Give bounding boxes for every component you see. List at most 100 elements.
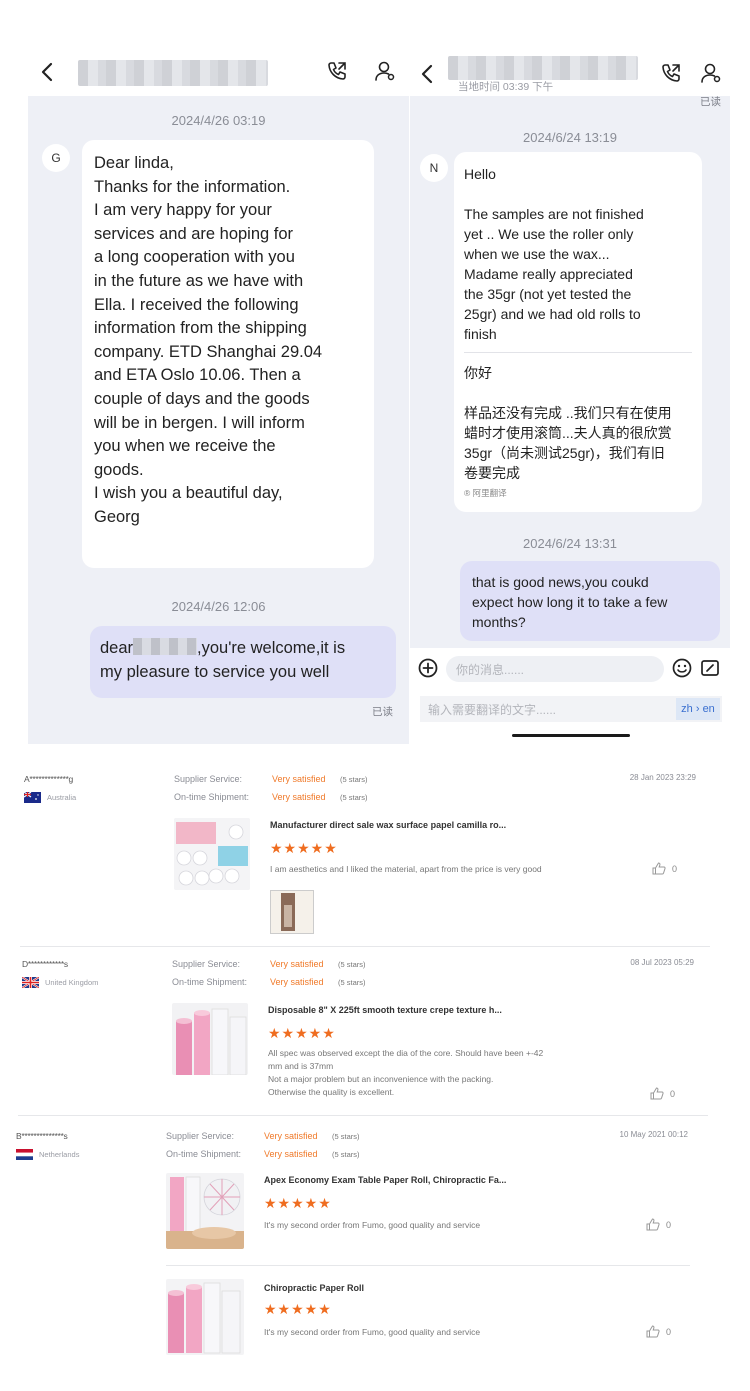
supplier-service-value: Very satisfied — [272, 774, 326, 784]
message-text-line2: my pleasure to service you well — [100, 662, 330, 681]
country-name: United Kingdom — [45, 978, 99, 987]
person-icon[interactable] — [700, 62, 722, 84]
product-title[interactable]: Apex Economy Exam Table Paper Roll, Chir… — [264, 1175, 506, 1185]
like-count: 0 — [670, 1088, 676, 1099]
shipment-value: Very satisfied — [264, 1149, 318, 1159]
chat-pane-right: 当地时间 03:39 下午 已读 2024/6/24 13:19 N Hello… — [410, 48, 730, 744]
translation-divider — [464, 352, 692, 353]
supplier-service-label: Supplier Service: — [172, 959, 241, 969]
incoming-message-bubble[interactable]: Hello The samples are not finished yet .… — [454, 152, 702, 512]
reviewer-country: United Kingdom — [22, 977, 98, 988]
reviewer-name: B**************s — [16, 1131, 68, 1141]
like-button[interactable]: 0 — [652, 862, 677, 875]
review-text: It's my second order from Fumo, good qua… — [264, 1327, 481, 1337]
like-button[interactable]: 0 — [650, 1087, 675, 1100]
emoji-icon[interactable] — [672, 658, 692, 678]
phone-icon[interactable] — [660, 62, 682, 84]
reviewer-country: Australia — [24, 792, 76, 803]
message-text-original: Hello The samples are not finished yet .… — [464, 166, 644, 342]
shipment-stars: (5 stars) — [340, 793, 368, 802]
contact-name-blurred — [448, 56, 638, 80]
composer: 你的消息...... 输入需要翻译的文字...... zh › en — [410, 648, 730, 744]
message-text: Dear linda, Thanks for the information. … — [94, 154, 323, 526]
person-icon[interactable] — [374, 60, 396, 82]
message-text-rest: ,you're welcome,it is — [197, 639, 346, 657]
like-button[interactable]: 0 — [646, 1218, 671, 1231]
review-divider — [20, 946, 710, 947]
avatar[interactable]: N — [420, 154, 448, 182]
shipment-stars: (5 stars) — [332, 1150, 360, 1159]
language-toggle[interactable]: zh › en — [676, 698, 720, 720]
message-input[interactable]: 你的消息...... — [446, 656, 664, 682]
chat-pane-left: 2024/4/26 03:19 G Dear linda, Thanks for… — [28, 48, 409, 744]
product-title[interactable]: Disposable 8" X 225ft smooth texture cre… — [268, 1005, 502, 1015]
outgoing-message-bubble[interactable]: that is good news,you coukd expect how l… — [460, 561, 720, 641]
shipment-label: On-time Shipment: — [174, 792, 250, 802]
local-time: 当地时间 03:39 下午 — [458, 81, 554, 93]
message-timestamp: 2024/6/24 13:19 — [523, 130, 617, 145]
message-text-translated: 你好 样品还没有完成 ..我们只有在使用 蜡时才使用滚筒...夫人真的很欣赏 3… — [464, 365, 672, 481]
supplier-service-stars: (5 stars) — [338, 960, 366, 969]
shipment-value: Very satisfied — [272, 792, 326, 802]
message-text-prefix: dear — [100, 639, 134, 657]
message-timestamp: 2024/4/26 12:06 — [171, 599, 266, 614]
like-count: 0 — [672, 863, 678, 874]
product-title[interactable]: Manufacturer direct sale wax surface pap… — [270, 820, 506, 830]
message-timestamp: 2024/4/26 03:19 — [171, 113, 266, 128]
like-button[interactable]: 0 — [646, 1325, 671, 1338]
country-name: Australia — [47, 793, 77, 802]
rating-stars: ★★★★★ — [264, 1301, 332, 1317]
rating-stars: ★★★★★ — [270, 840, 338, 856]
plus-circle-icon[interactable] — [418, 658, 438, 678]
contact-name-blurred — [78, 60, 268, 86]
incoming-message-bubble[interactable]: Dear linda, Thanks for the information. … — [82, 140, 374, 568]
rating-stars: ★★★★★ — [268, 1025, 336, 1041]
avatar[interactable]: G — [42, 144, 70, 172]
australia-flag-icon — [24, 792, 41, 803]
read-status: 已读 — [700, 96, 721, 108]
product-title[interactable]: Chiropractic Paper Roll — [264, 1283, 364, 1293]
product-image[interactable] — [172, 1003, 248, 1075]
netherlands-flag-icon — [16, 1149, 33, 1160]
review-text: It's my second order from Fumo, good qua… — [264, 1220, 481, 1230]
phone-icon[interactable] — [326, 60, 348, 82]
review-photo[interactable] — [270, 890, 314, 934]
review-date: 28 Jan 2023 23:29 — [629, 773, 696, 782]
shipment-stars: (5 stars) — [338, 978, 366, 987]
thumbs-up-icon — [652, 862, 666, 875]
chat-header — [28, 48, 409, 96]
shipment-label: On-time Shipment: — [166, 1149, 242, 1159]
like-count: 0 — [666, 1326, 672, 1337]
product-image[interactable] — [166, 1279, 244, 1355]
product-image[interactable] — [166, 1173, 244, 1249]
supplier-service-label: Supplier Service: — [166, 1131, 235, 1141]
outgoing-message-bubble[interactable]: dear ,you're welcome,it is my pleasure to… — [90, 626, 396, 698]
review-item: B**************s Netherlands Supplier Se… — [0, 1127, 750, 1387]
chevron-left-icon[interactable] — [40, 62, 54, 82]
thumbs-up-icon — [650, 1087, 664, 1100]
review-date: 08 Jul 2023 05:29 — [630, 958, 694, 967]
chat-header: 当地时间 03:39 下午 — [410, 48, 730, 96]
home-indicator — [512, 734, 630, 737]
supplier-service-stars: (5 stars) — [340, 775, 368, 784]
edit-icon[interactable] — [700, 658, 720, 678]
read-status: 已读 — [372, 706, 393, 718]
shipment-value: Very satisfied — [270, 977, 324, 987]
shipment-label: On-time Shipment: — [172, 977, 248, 987]
product-divider — [166, 1265, 690, 1266]
reviewer-name: A*************g — [24, 774, 73, 784]
product-image[interactable] — [174, 818, 250, 890]
chevron-left-icon[interactable] — [420, 64, 434, 84]
supplier-service-stars: (5 stars) — [332, 1132, 360, 1141]
review-date: 10 May 2021 00:12 — [619, 1130, 689, 1139]
review-text: All spec was observed except the dia of … — [268, 1048, 544, 1097]
review-item: A*************g Australia Supplier Servi… — [0, 770, 750, 950]
review-text: I am aesthetics and I liked the material… — [270, 864, 542, 874]
review-item: D************s United Kingdom Supplier S… — [0, 955, 750, 1115]
message-timestamp: 2024/6/24 13:31 — [523, 536, 617, 551]
reviewer-name: D************s — [22, 959, 68, 969]
review-divider — [18, 1115, 708, 1116]
thumbs-up-icon — [646, 1325, 660, 1338]
reviewer-country: Netherlands — [16, 1149, 79, 1160]
message-text: that is good news,you coukd expect how l… — [472, 574, 668, 630]
